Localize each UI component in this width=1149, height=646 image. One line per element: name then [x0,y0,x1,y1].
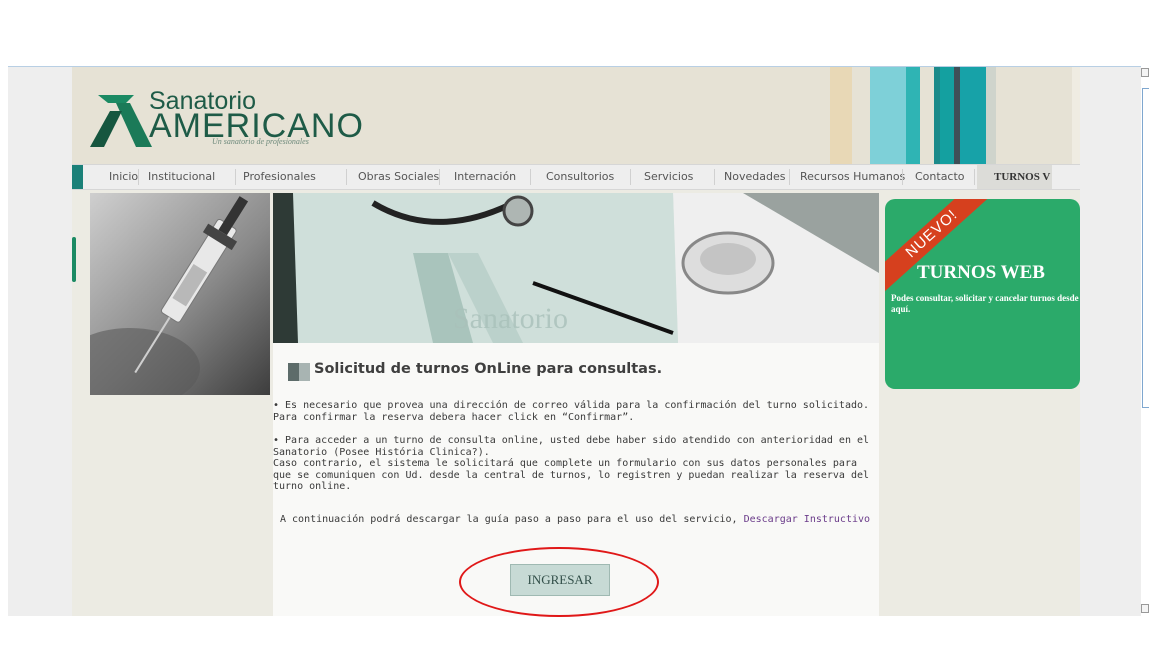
logo-icon [90,95,152,147]
decor-strip [870,67,906,164]
nav-item-novedades[interactable]: Novedades [724,165,785,189]
decor-strip [940,67,954,164]
svg-text:Sanatorio: Sanatorio [453,302,568,335]
syringe-illustration [90,196,249,395]
logo-slogan: Un sanatorio de profesionales [212,137,309,146]
nav-separator [630,169,631,185]
promo-title: TURNOS WEB [917,262,1045,283]
nav-item-consultorios[interactable]: Consultorios [546,165,614,189]
left-decor-mark [72,237,76,282]
nav-item-obras-sociales[interactable]: Obras Sociales [358,165,439,189]
nav-separator [974,169,975,185]
website: Sanatorio AMERICANO Un sanatorio de prof… [72,67,1080,616]
decor-strip [986,67,996,164]
page-title: Solicitud de turnos OnLine para consulta… [314,361,663,377]
syringe-photo [90,193,270,395]
nav-separator [902,169,903,185]
main-nav: Inicio Institucional Profesionales Obras… [72,164,1080,190]
decor-strip [830,67,852,164]
decor-strip [1072,67,1080,164]
decor-strip [960,67,986,164]
nav-separator [235,169,236,185]
nav-item-servicios[interactable]: Servicios [644,165,693,189]
nav-separator [530,169,531,185]
info-paragraph-access: • Para acceder a un turno de consulta on… [273,435,870,458]
promo-text: Podes consultar, solicitar y cancelar tu… [891,293,1079,314]
nav-item-institucional[interactable]: Institucional [148,165,215,189]
content-panel: Solicitud de turnos OnLine para consulta… [273,343,879,616]
side-panel-edge [1142,88,1149,408]
banner-illustration: Sanatorio [273,193,879,343]
info-paragraph-alternative: Caso contrario, el sistema le solicitará… [273,458,870,492]
decor-strip [906,67,920,164]
info-paragraph-email: • Es necesario que provea una dirección … [273,400,870,423]
nav-separator [439,169,440,185]
nav-item-turnos[interactable]: TURNOS V [994,165,1050,189]
scroll-up-arrow[interactable] [1141,68,1149,77]
scroll-down-arrow[interactable] [1141,604,1149,613]
nav-item-internacion[interactable]: Internación [454,165,516,189]
header-banner-image: Sanatorio [273,193,879,343]
nav-separator [714,169,715,185]
download-instructivo-link[interactable]: Descargar Instructivo [744,514,870,525]
nav-separator [138,169,139,185]
nav-item-contacto[interactable]: Contacto [915,165,965,189]
site-header: Sanatorio AMERICANO Un sanatorio de prof… [72,67,1080,164]
nav-accent [72,165,83,189]
nav-separator [346,169,347,185]
heading-marker-icon [288,363,310,381]
nav-item-profesionales[interactable]: Profesionales [243,165,316,189]
ingresar-button[interactable]: INGRESAR [510,564,610,596]
download-guide-line: A continuación podrá descargar la guía p… [280,514,886,526]
nav-separator [789,169,790,185]
nav-item-recursos-humanos[interactable]: Recursos Humanos [800,165,905,189]
turnos-web-promo[interactable]: NUEVO! TURNOS WEB Podes consultar, solic… [885,199,1080,389]
download-guide-text: A continuación podrá descargar la guía p… [280,514,738,525]
nav-item-inicio[interactable]: Inicio [109,165,138,189]
